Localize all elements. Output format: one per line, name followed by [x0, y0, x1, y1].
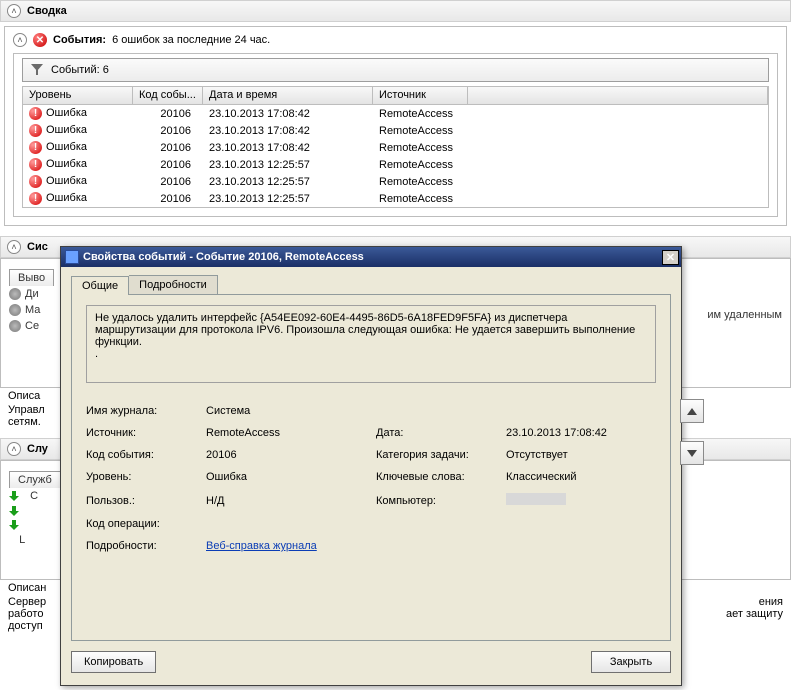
summary-title: Сводка — [27, 5, 67, 17]
label-log-name: Имя журнала: — [86, 405, 206, 417]
table-row[interactable]: !Ошибка2010623.10.2013 17:08:42RemoteAcc… — [23, 122, 768, 139]
value-user: Н/Д — [206, 495, 376, 507]
gear-icon — [9, 304, 21, 316]
services-tab[interactable]: Служб — [9, 471, 61, 488]
run-icon — [9, 520, 19, 530]
label-moreinfo: Подробности: — [86, 540, 206, 552]
label-task-category: Категория задачи: — [376, 449, 506, 461]
col-level[interactable]: Уровень — [23, 87, 133, 104]
help-link[interactable]: Веб-справка журнала — [206, 540, 317, 552]
run-icon — [9, 491, 19, 501]
value-level: Ошибка — [206, 471, 376, 483]
collapse-icon[interactable]: ˄ — [7, 4, 21, 18]
bg-text: им удаленным — [707, 309, 782, 321]
gear-icon — [9, 288, 21, 300]
col-code[interactable]: Код собы... — [133, 87, 203, 104]
label-event-id: Код события: — [86, 449, 206, 461]
error-icon: ! — [29, 107, 42, 120]
services-title: Слу — [27, 443, 48, 455]
col-spacer — [468, 87, 768, 104]
filter-count: Событий: 6 — [51, 64, 109, 76]
funnel-icon[interactable] — [31, 64, 43, 76]
value-source: RemoteAccess — [206, 427, 376, 439]
dialog-titlebar[interactable]: Свойства событий - Событие 20106, Remote… — [61, 247, 681, 267]
table-header: Уровень Код собы... Дата и время Источни… — [23, 87, 768, 105]
event-properties-dialog: Свойства событий - Событие 20106, Remote… — [60, 246, 682, 686]
tab-strip: Общие Подробности — [61, 267, 681, 294]
value-date: 23.10.2013 17:08:42 — [506, 427, 656, 439]
label-level: Уровень: — [86, 471, 206, 483]
tab-details[interactable]: Подробности — [129, 275, 218, 294]
label-source: Источник: — [86, 427, 206, 439]
value-log-name: Система — [206, 405, 376, 417]
events-table: Уровень Код собы... Дата и время Источни… — [22, 86, 769, 208]
copy-button[interactable]: Копировать — [71, 651, 156, 673]
events-summary-row: ˄ ✕ События: 6 ошибок за последние 24 ча… — [5, 27, 786, 51]
error-icon: ! — [29, 124, 42, 137]
bg-text: ения — [759, 596, 783, 608]
label-opcode: Код операции: — [86, 518, 206, 530]
bg-text: работо — [8, 608, 43, 620]
error-icon: ! — [29, 158, 42, 171]
table-row[interactable]: !Ошибка2010623.10.2013 17:08:42RemoteAcc… — [23, 105, 768, 122]
col-source[interactable]: Источник — [373, 87, 468, 104]
close-button[interactable]: ✕ — [662, 250, 679, 265]
properties-grid: Имя журнала: Система Источник: RemoteAcc… — [86, 405, 656, 552]
bg-text: ает защиту — [726, 608, 783, 620]
label-keywords: Ключевые слова: — [376, 471, 506, 483]
dialog-title: Свойства событий - Событие 20106, Remote… — [83, 251, 658, 263]
previous-event-button[interactable] — [680, 399, 704, 423]
output-tab[interactable]: Выво — [9, 269, 54, 286]
tab-general[interactable]: Общие — [71, 276, 129, 295]
table-row[interactable]: !Ошибка2010623.10.2013 12:25:57RemoteAcc… — [23, 173, 768, 190]
value-task-category: Отсутствует — [506, 449, 656, 461]
summary-header: ˄ Сводка — [0, 0, 791, 22]
label-user: Пользов.: — [86, 495, 206, 507]
next-event-button[interactable] — [680, 441, 704, 465]
events-summary-text: 6 ошибок за последние 24 час. — [112, 34, 270, 46]
collapse-icon[interactable]: ˄ — [7, 442, 21, 456]
events-label: События: — [53, 34, 106, 46]
filter-bar: Событий: 6 — [22, 58, 769, 82]
close-dialog-button[interactable]: Закрыть — [591, 651, 671, 673]
table-row[interactable]: !Ошибка2010623.10.2013 17:08:42RemoteAcc… — [23, 139, 768, 156]
error-icon: ! — [29, 192, 42, 205]
table-row[interactable]: !Ошибка2010623.10.2013 12:25:57RemoteAcc… — [23, 156, 768, 173]
arrow-down-icon — [687, 450, 697, 457]
value-keywords: Классический — [506, 471, 656, 483]
gear-icon — [9, 320, 21, 332]
label-computer: Компьютер: — [376, 495, 506, 507]
tab-panel-general: Не удалось удалить интерфейс {A54EE092-6… — [71, 294, 671, 641]
table-row[interactable]: !Ошибка2010623.10.2013 12:25:57RemoteAcc… — [23, 190, 768, 207]
value-event-id: 20106 — [206, 449, 376, 461]
system-title: Сис — [27, 241, 48, 253]
collapse-icon[interactable]: ˄ — [13, 33, 27, 47]
error-icon: ✕ — [33, 33, 47, 47]
error-icon: ! — [29, 175, 42, 188]
bg-text: Сервер — [8, 596, 46, 608]
col-date[interactable]: Дата и время — [203, 87, 373, 104]
run-icon — [9, 506, 19, 516]
value-computer — [506, 493, 656, 508]
collapse-icon[interactable]: ˄ — [7, 240, 21, 254]
arrow-up-icon — [687, 408, 697, 415]
event-description: Не удалось удалить интерфейс {A54EE092-6… — [86, 305, 656, 383]
label-date: Дата: — [376, 427, 506, 439]
app-icon — [65, 250, 79, 264]
error-icon: ! — [29, 141, 42, 154]
